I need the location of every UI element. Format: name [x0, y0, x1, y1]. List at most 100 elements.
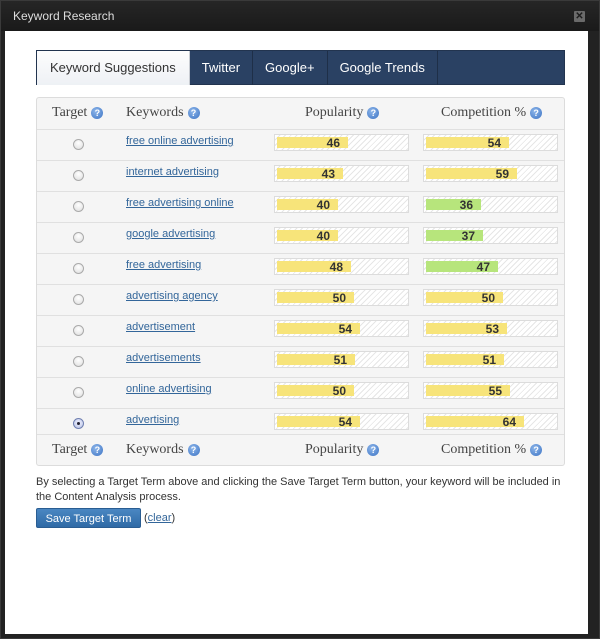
competition-bar-value: 53 [485, 322, 499, 336]
popularity-bar: 40 [274, 196, 409, 213]
popularity-bar: 51 [274, 351, 409, 368]
close-icon[interactable]: ✕ [574, 11, 585, 22]
footer-competition: Competition % ? [441, 442, 543, 458]
keyword-link[interactable]: internet advertising [126, 166, 219, 178]
dialog-content: Keyword Suggestions Twitter Google+ Goog… [5, 31, 588, 634]
target-radio[interactable] [73, 139, 84, 150]
header-competition: Competition % ? [441, 105, 543, 121]
save-target-term-button[interactable]: Save Target Term [36, 508, 141, 528]
keyword-link[interactable]: advertisement [126, 321, 195, 333]
keyword-link[interactable]: google advertising [126, 228, 215, 240]
header-keywords: Keywords ? [126, 105, 200, 121]
popularity-bar-value: 50 [332, 384, 346, 398]
competition-bar: 59 [423, 165, 558, 182]
competition-bar-value: 55 [488, 384, 502, 398]
footer-target: Target ? [52, 442, 104, 458]
keyword-link[interactable]: free online advertising [126, 135, 234, 147]
help-icon[interactable]: ? [91, 444, 104, 456]
competition-bar-value: 36 [459, 198, 473, 212]
competition-bar: 36 [423, 196, 558, 213]
target-radio[interactable] [73, 356, 84, 367]
keyword-link[interactable]: advertisements [126, 352, 201, 364]
target-radio[interactable] [73, 387, 84, 398]
popularity-bar: 50 [274, 289, 409, 306]
table-row: free online advertising 46 54 [37, 129, 564, 160]
target-radio[interactable] [73, 232, 84, 243]
target-radio[interactable] [73, 201, 84, 212]
table-row: advertising agency 50 50 [37, 284, 564, 315]
table-footer: Target ? Keywords ? Popularity ? Competi… [37, 434, 564, 465]
tab-twitter[interactable]: Twitter [190, 51, 254, 85]
keyword-link[interactable]: advertising [126, 414, 179, 426]
popularity-bar-value: 46 [326, 136, 340, 150]
target-radio[interactable] [73, 294, 84, 305]
popularity-bar-value: 54 [338, 415, 352, 429]
clear-link[interactable]: clear [148, 512, 172, 524]
tab-google-trends[interactable]: Google Trends [328, 51, 438, 85]
popularity-bar-value: 54 [338, 322, 352, 336]
competition-bar-value: 50 [481, 291, 495, 305]
help-icon[interactable]: ? [367, 444, 380, 456]
tab-keyword-suggestions[interactable]: Keyword Suggestions [37, 51, 190, 85]
competition-bar-value: 64 [502, 415, 516, 429]
popularity-bar-value: 40 [316, 198, 330, 212]
popularity-bar-value: 48 [329, 260, 343, 274]
keyword-link[interactable]: advertising agency [126, 290, 218, 302]
popularity-bar-value: 50 [332, 291, 346, 305]
table-row: internet advertising 43 59 [37, 160, 564, 191]
help-icon[interactable]: ? [530, 444, 543, 456]
target-radio[interactable] [73, 263, 84, 274]
competition-bar: 64 [423, 413, 558, 430]
keyword-table: Target ? Keywords ? Popularity ? Competi… [36, 97, 565, 466]
table-row: advertisement 54 53 [37, 315, 564, 346]
tab-bar: Keyword Suggestions Twitter Google+ Goog… [36, 50, 565, 85]
table-row: online advertising 50 55 [37, 377, 564, 408]
popularity-bar: 54 [274, 320, 409, 337]
help-icon[interactable]: ? [367, 107, 380, 119]
keyword-research-dialog: Keyword Research ✕ Keyword Suggestions T… [0, 0, 600, 639]
window-title: Keyword Research [13, 9, 115, 23]
competition-bar: 51 [423, 351, 558, 368]
table-header: Target ? Keywords ? Popularity ? Competi… [37, 98, 564, 129]
competition-bar-value: 59 [495, 167, 509, 181]
footer-popularity: Popularity ? [305, 442, 380, 458]
popularity-bar-value: 51 [333, 353, 347, 367]
popularity-bar: 50 [274, 382, 409, 399]
popularity-bar-value: 40 [316, 229, 330, 243]
popularity-bar: 48 [274, 258, 409, 275]
help-icon[interactable]: ? [530, 107, 543, 119]
tab-google-plus[interactable]: Google+ [253, 51, 328, 85]
help-icon[interactable]: ? [91, 107, 104, 119]
table-row: free advertising online 40 36 [37, 191, 564, 222]
keyword-link[interactable]: online advertising [126, 383, 212, 395]
info-note: By selecting a Target Term above and cli… [36, 476, 561, 503]
popularity-bar: 43 [274, 165, 409, 182]
popularity-bar: 46 [274, 134, 409, 151]
competition-bar: 53 [423, 320, 558, 337]
help-icon[interactable]: ? [187, 107, 200, 119]
header-target: Target ? [52, 105, 104, 121]
competition-bar: 55 [423, 382, 558, 399]
popularity-bar: 54 [274, 413, 409, 430]
table-row: free advertising 48 47 [37, 253, 564, 284]
table-body: free online advertising 46 54 internet adve… [37, 129, 564, 439]
footer-keywords: Keywords ? [126, 442, 200, 458]
table-row: google advertising 40 37 [37, 222, 564, 253]
target-radio[interactable] [73, 325, 84, 336]
competition-bar: 50 [423, 289, 558, 306]
competition-bar: 37 [423, 227, 558, 244]
target-radio[interactable] [73, 170, 84, 181]
competition-bar-value: 47 [476, 260, 490, 274]
competition-bar-value: 54 [487, 136, 501, 150]
popularity-bar-value: 43 [321, 167, 335, 181]
header-popularity: Popularity ? [305, 105, 380, 121]
competition-bar: 47 [423, 258, 558, 275]
clear-link-wrapper: (clear) [144, 512, 176, 524]
competition-bar: 54 [423, 134, 558, 151]
target-radio[interactable] [73, 418, 84, 429]
title-bar: Keyword Research ✕ [1, 1, 599, 31]
keyword-link[interactable]: free advertising [126, 259, 201, 271]
competition-bar-value: 37 [461, 229, 475, 243]
help-icon[interactable]: ? [187, 444, 200, 456]
keyword-link[interactable]: free advertising online [126, 197, 234, 209]
